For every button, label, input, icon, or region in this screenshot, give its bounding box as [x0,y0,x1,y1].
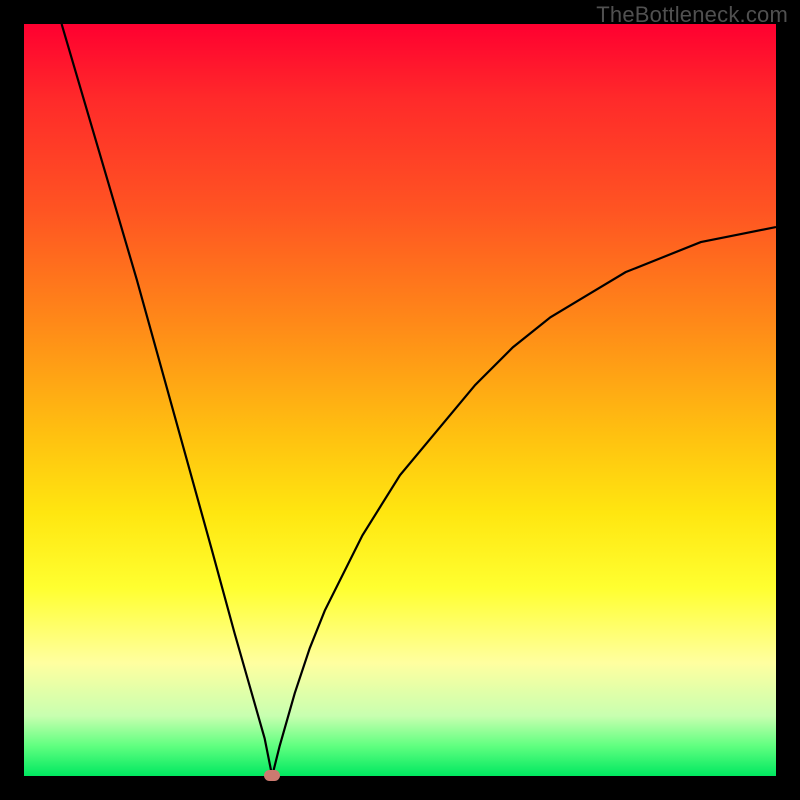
minimum-marker [264,770,280,781]
bottleneck-curve [24,24,776,776]
attribution-text: TheBottleneck.com [596,2,788,28]
chart-frame: TheBottleneck.com [0,0,800,800]
plot-area [24,24,776,776]
